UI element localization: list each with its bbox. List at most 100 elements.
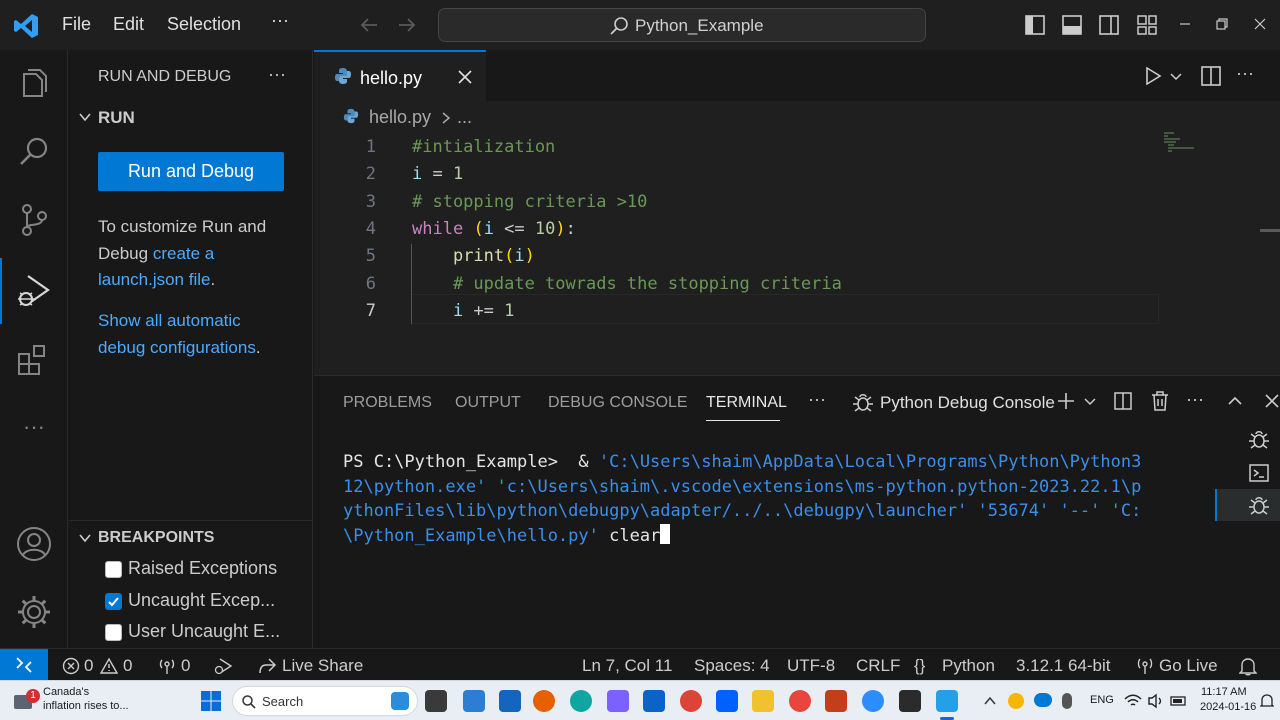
- cursor-position[interactable]: Ln 7, Col 11: [582, 656, 672, 676]
- new-terminal-plus-icon[interactable]: [1056, 391, 1076, 411]
- edge-icon[interactable]: [570, 690, 592, 712]
- more-views-icon[interactable]: ···: [14, 412, 54, 452]
- terminal-list-item-active[interactable]: [1215, 489, 1280, 521]
- command-center-search[interactable]: Python_Example: [438, 8, 926, 42]
- store-app-icon[interactable]: [499, 690, 521, 712]
- language-mode[interactable]: Python: [942, 656, 995, 676]
- go-live-broadcast-icon[interactable]: [1135, 656, 1155, 676]
- menu-more-icon[interactable]: ···: [271, 10, 289, 31]
- debug-run-icon[interactable]: [213, 656, 233, 676]
- end-of-line[interactable]: CRLF: [856, 656, 900, 676]
- launch-json-link[interactable]: launch.json file: [98, 270, 210, 289]
- explorer-icon[interactable]: [14, 64, 54, 104]
- panel-more-icon[interactable]: ···: [1186, 389, 1204, 410]
- tray-chevron-up-icon[interactable]: [983, 694, 997, 708]
- widgets-app-icon[interactable]: [463, 690, 485, 712]
- extensions-icon[interactable]: [14, 340, 54, 380]
- toggle-sidebar-icon[interactable]: [1024, 14, 1046, 36]
- editor-more-icon[interactable]: ···: [1236, 63, 1254, 84]
- notifications-bell-icon[interactable]: [1239, 656, 1257, 676]
- tab-problems[interactable]: PROBLEMS: [343, 394, 432, 412]
- clock-date[interactable]: 2024-01-16: [1200, 701, 1256, 713]
- toggle-secondary-sidebar-icon[interactable]: [1098, 14, 1120, 36]
- warning-icon[interactable]: [100, 657, 118, 675]
- onedrive-icon[interactable]: [1034, 693, 1052, 707]
- terminal-app-icon[interactable]: [899, 690, 921, 712]
- customize-layout-icon[interactable]: [1136, 14, 1158, 36]
- terminal-dropdown-chevron-icon[interactable]: [1083, 395, 1097, 409]
- mail-icon[interactable]: [643, 690, 665, 712]
- error-icon[interactable]: [62, 657, 80, 675]
- tray-app-icon[interactable]: [1008, 693, 1024, 709]
- restore-icon[interactable]: [1215, 17, 1229, 31]
- show-all-link-line1[interactable]: Show all automatic: [98, 311, 241, 330]
- microphone-icon[interactable]: [1062, 693, 1072, 709]
- run-python-file-icon[interactable]: [1143, 66, 1163, 86]
- warning-count[interactable]: 0: [123, 656, 132, 676]
- run-dropdown-chevron-icon[interactable]: [1169, 70, 1183, 84]
- task-view-icon[interactable]: [425, 690, 447, 712]
- input-language[interactable]: ENG: [1090, 694, 1114, 706]
- news-headline-line2[interactable]: inflation rises to...: [43, 700, 129, 712]
- chevron-down-icon[interactable]: [78, 110, 92, 124]
- run-section-header[interactable]: RUN: [98, 108, 135, 128]
- live-share-label[interactable]: Live Share: [282, 656, 363, 676]
- file-explorer-icon[interactable]: [752, 690, 774, 712]
- panel-tabs-more-icon[interactable]: ···: [808, 389, 826, 410]
- sidebar-more-icon[interactable]: ···: [268, 64, 286, 85]
- breakpoints-section-header[interactable]: BREAKPOINTS: [98, 529, 214, 547]
- trash-icon[interactable]: [1150, 390, 1170, 412]
- checkbox[interactable]: [105, 561, 122, 578]
- snipping-tool-icon[interactable]: [607, 690, 629, 712]
- live-share-icon[interactable]: [257, 656, 277, 676]
- back-arrow-icon[interactable]: [358, 14, 380, 36]
- checkbox[interactable]: [105, 624, 122, 641]
- vscode-taskbar-icon[interactable]: [936, 690, 958, 712]
- create-launch-link[interactable]: create a: [153, 244, 214, 263]
- powerpoint-icon[interactable]: [825, 690, 847, 712]
- tab-hello-py[interactable]: hello.py: [314, 50, 486, 101]
- source-control-icon[interactable]: [14, 200, 54, 240]
- checkbox-checked[interactable]: [105, 593, 122, 610]
- dropbox-icon[interactable]: [716, 690, 738, 712]
- zoom-icon[interactable]: [862, 690, 884, 712]
- menu-file[interactable]: File: [62, 14, 91, 35]
- close-window-icon[interactable]: [1253, 17, 1267, 31]
- close-tab-icon[interactable]: [457, 69, 473, 85]
- menu-selection[interactable]: Selection: [167, 14, 241, 35]
- terminal-name[interactable]: Python Debug Console: [880, 393, 1055, 413]
- chevron-down-icon[interactable]: [78, 531, 92, 545]
- terminal-list-debug-icon[interactable]: [1248, 428, 1270, 450]
- wifi-icon[interactable]: [1124, 693, 1142, 709]
- ports-broadcast-icon[interactable]: [158, 657, 176, 675]
- indentation[interactable]: Spaces: 4: [694, 656, 770, 676]
- accounts-icon[interactable]: [14, 524, 54, 564]
- taskbar-search-box[interactable]: Search: [232, 686, 418, 716]
- tab-debug-console[interactable]: DEBUG CONSOLE: [548, 394, 688, 412]
- braces-icon[interactable]: {}: [914, 656, 925, 676]
- terminal-list-shell-icon[interactable]: [1248, 462, 1270, 484]
- notification-center-icon[interactable]: [1260, 693, 1274, 709]
- tab-output[interactable]: OUTPUT: [455, 394, 521, 412]
- minimap[interactable]: [1164, 132, 1224, 152]
- volume-icon[interactable]: [1147, 693, 1165, 709]
- chrome-profile-icon[interactable]: [789, 690, 811, 712]
- toggle-panel-icon[interactable]: [1061, 14, 1083, 36]
- manage-gear-icon[interactable]: [14, 592, 54, 632]
- menu-edit[interactable]: Edit: [113, 14, 144, 35]
- forward-arrow-icon[interactable]: [396, 14, 418, 36]
- ports-count[interactable]: 0: [181, 656, 190, 676]
- chrome-icon[interactable]: [680, 690, 702, 712]
- close-panel-icon[interactable]: [1264, 393, 1280, 409]
- news-headline-line1[interactable]: Canada's: [43, 686, 89, 698]
- firefox-icon[interactable]: [533, 690, 555, 712]
- error-count[interactable]: 0: [84, 656, 93, 676]
- remote-indicator[interactable]: [0, 649, 48, 681]
- maximize-panel-chevron-up-icon[interactable]: [1227, 393, 1243, 409]
- windows-start-icon[interactable]: [200, 690, 222, 712]
- minimize-icon[interactable]: [1178, 17, 1192, 31]
- terminal-output[interactable]: PS C:\Python_Example> & 'C:\Users\shaim\…: [343, 450, 1183, 548]
- split-terminal-icon[interactable]: [1113, 391, 1133, 411]
- search-view-icon[interactable]: [14, 132, 54, 172]
- run-and-debug-button[interactable]: Run and Debug: [98, 152, 284, 191]
